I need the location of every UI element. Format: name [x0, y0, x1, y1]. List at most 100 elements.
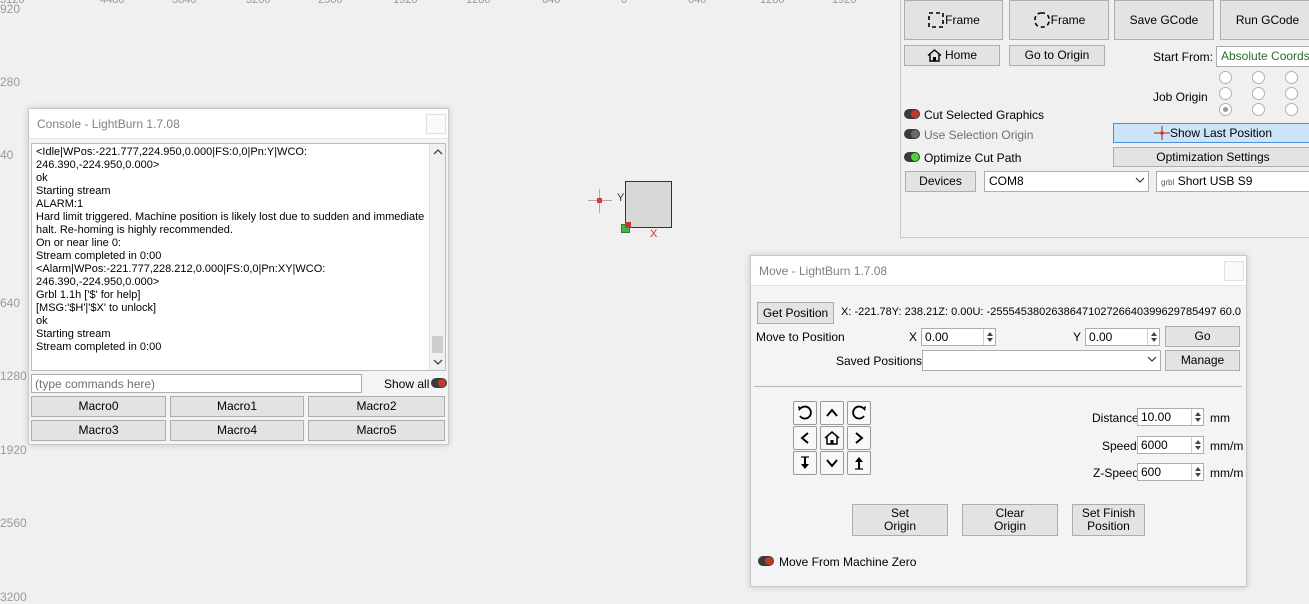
jog-z-down-button[interactable] — [793, 451, 817, 475]
move-window: Move - LightBurn 1.7.08 Get Position X: … — [750, 255, 1247, 587]
use-selection-origin-toggle[interactable] — [904, 129, 920, 139]
frame-rect-button[interactable]: Frame — [904, 0, 1003, 40]
console-line: <Idle|WPos:-221.777,224.950,0.000|FS:0,0… — [36, 146, 307, 158]
console-output: <Idle|WPos:-221.777,224.950,0.000|FS:0,0… — [31, 143, 446, 371]
move-title: Move - LightBurn 1.7.08 — [759, 264, 888, 278]
console-line: On or near line 0: — [36, 237, 121, 249]
clear-origin-button[interactable]: Clear Origin — [962, 504, 1058, 536]
job-origin-radio-bl[interactable] — [1219, 103, 1232, 116]
scroll-thumb[interactable] — [432, 336, 443, 353]
job-origin-radio-br[interactable] — [1285, 103, 1298, 116]
ruler-tick-label: 640 — [542, 0, 561, 6]
zspeed-input[interactable]: 600 — [1137, 463, 1204, 481]
ruler-tick-label: 3840 — [172, 0, 197, 6]
devices-button[interactable]: Devices — [905, 171, 976, 192]
console-line: <Alarm|WPos:-221.777,228.212,0.000|FS:0,… — [36, 263, 326, 275]
jog-z-up-button[interactable] — [847, 451, 871, 475]
console-line: Starting stream — [36, 328, 111, 340]
job-origin-radio-tc[interactable] — [1252, 71, 1265, 84]
close-icon[interactable] — [426, 114, 446, 134]
divider — [754, 386, 1242, 387]
cut-selected-toggle[interactable] — [904, 109, 920, 119]
run-gcode-button[interactable]: Run GCode — [1220, 0, 1309, 40]
console-line: Hard limit triggered. Machine position i… — [36, 211, 425, 223]
console-line: Stream completed in 0:00 — [36, 341, 162, 353]
macro5-button[interactable]: Macro5 — [308, 420, 445, 441]
jog-rotate-ccw-button[interactable] — [793, 401, 817, 425]
saved-positions-label: Saved Positions: — [836, 354, 926, 368]
job-origin-radio-ml[interactable] — [1219, 87, 1232, 100]
console-line: ok — [36, 315, 48, 327]
home-button[interactable]: Home — [904, 45, 1000, 66]
console-line: halt. Re-homing is highly recommended. — [36, 224, 233, 236]
origin-corner-marker — [625, 222, 631, 228]
save-gcode-button[interactable]: Save GCode — [1114, 0, 1214, 40]
device-value: Short USB S9 — [1177, 174, 1253, 188]
set-finish-position-button[interactable]: Set Finish Position — [1072, 504, 1145, 536]
y-axis-label: Y — [617, 192, 625, 204]
show-all-toggle[interactable] — [431, 378, 447, 388]
set-origin-button[interactable]: Set Origin — [852, 504, 948, 536]
chevron-down-icon — [826, 459, 838, 468]
manage-button[interactable]: Manage — [1165, 350, 1240, 371]
jog-rotate-cw-button[interactable] — [847, 401, 871, 425]
device-select[interactable]: grbl Short USB S9 — [1156, 171, 1309, 192]
ruler-tick-label: 640 — [0, 296, 21, 310]
workspace-shape[interactable] — [625, 181, 672, 228]
jog-up-button[interactable] — [820, 401, 844, 425]
ruler-tick-label: 2560 — [0, 516, 27, 530]
macro4-button[interactable]: Macro4 — [170, 420, 304, 441]
speed-input[interactable]: 6000 — [1137, 436, 1204, 454]
scroll-down-icon[interactable] — [431, 357, 445, 367]
start-from-select[interactable]: Absolute Coords — [1216, 46, 1309, 67]
show-last-position-label: Show Last Position — [1169, 125, 1273, 140]
distance-input[interactable]: 10.00 — [1137, 408, 1204, 426]
job-origin-radio-mr[interactable] — [1285, 87, 1298, 100]
console-titlebar[interactable]: Console - LightBurn 1.7.08 — [29, 109, 448, 139]
distance-unit: mm — [1210, 411, 1230, 425]
rotate-ccw-icon — [798, 405, 812, 420]
position-readout: X: -221.78Y: 238.21Z: 0.00U: -2555453802… — [841, 306, 1241, 318]
move-from-machine-zero-toggle[interactable] — [758, 556, 774, 566]
scroll-up-icon[interactable] — [431, 147, 445, 157]
console-scrollbar[interactable] — [429, 144, 445, 370]
ruler-tick-label: 40 — [0, 148, 14, 162]
jog-down-button[interactable] — [820, 451, 844, 475]
get-position-button[interactable]: Get Position — [757, 302, 834, 324]
ruler-tick-label: 1920 — [0, 443, 27, 457]
optimization-settings-button[interactable]: Optimization Settings — [1113, 147, 1309, 167]
macro1-button[interactable]: Macro1 — [170, 396, 304, 417]
optimize-cut-path-toggle[interactable] — [904, 152, 920, 162]
jog-right-button[interactable] — [847, 426, 871, 450]
job-origin-radio-mc[interactable] — [1252, 87, 1265, 100]
jog-home-button[interactable] — [820, 426, 844, 450]
console-window: Console - LightBurn 1.7.08 <Idle|WPos:-2… — [28, 108, 449, 445]
start-from-label: Start From: — [1153, 50, 1214, 64]
distance-label: Distance — [1092, 411, 1139, 425]
console-line: ALARM:1 — [36, 198, 84, 210]
macro0-button[interactable]: Macro0 — [31, 396, 166, 417]
go-button[interactable]: Go — [1165, 326, 1240, 347]
macro2-button[interactable]: Macro2 — [308, 396, 445, 417]
job-origin-radio-tl[interactable] — [1219, 71, 1232, 84]
move-x-input[interactable]: 0.00 — [921, 328, 996, 346]
macro3-button[interactable]: Macro3 — [31, 420, 166, 441]
job-origin-radio-tr[interactable] — [1285, 71, 1298, 84]
ruler-tick-label: 1920 — [393, 0, 418, 6]
zspeed-unit: mm/m — [1210, 466, 1244, 480]
frame-rect-icon — [928, 12, 944, 28]
jog-left-button[interactable] — [793, 426, 817, 450]
command-input[interactable]: (type commands here) — [31, 374, 362, 393]
show-all-label: Show all — [384, 377, 430, 391]
frame-round-button[interactable]: Frame — [1009, 0, 1109, 40]
move-titlebar[interactable]: Move - LightBurn 1.7.08 — [751, 256, 1246, 286]
port-select[interactable]: COM8 — [984, 171, 1149, 192]
laser-panel: Frame Frame Save GCode Run GCode Home Go… — [900, 0, 1309, 238]
go-to-origin-button[interactable]: Go to Origin — [1009, 45, 1105, 66]
move-y-input[interactable]: 0.00 — [1085, 328, 1160, 346]
show-last-position-button[interactable]: Show Last Position — [1113, 123, 1309, 143]
close-icon[interactable] — [1224, 261, 1244, 281]
saved-positions-select[interactable] — [922, 350, 1161, 371]
home-icon — [824, 431, 840, 445]
job-origin-radio-bc[interactable] — [1252, 103, 1265, 116]
